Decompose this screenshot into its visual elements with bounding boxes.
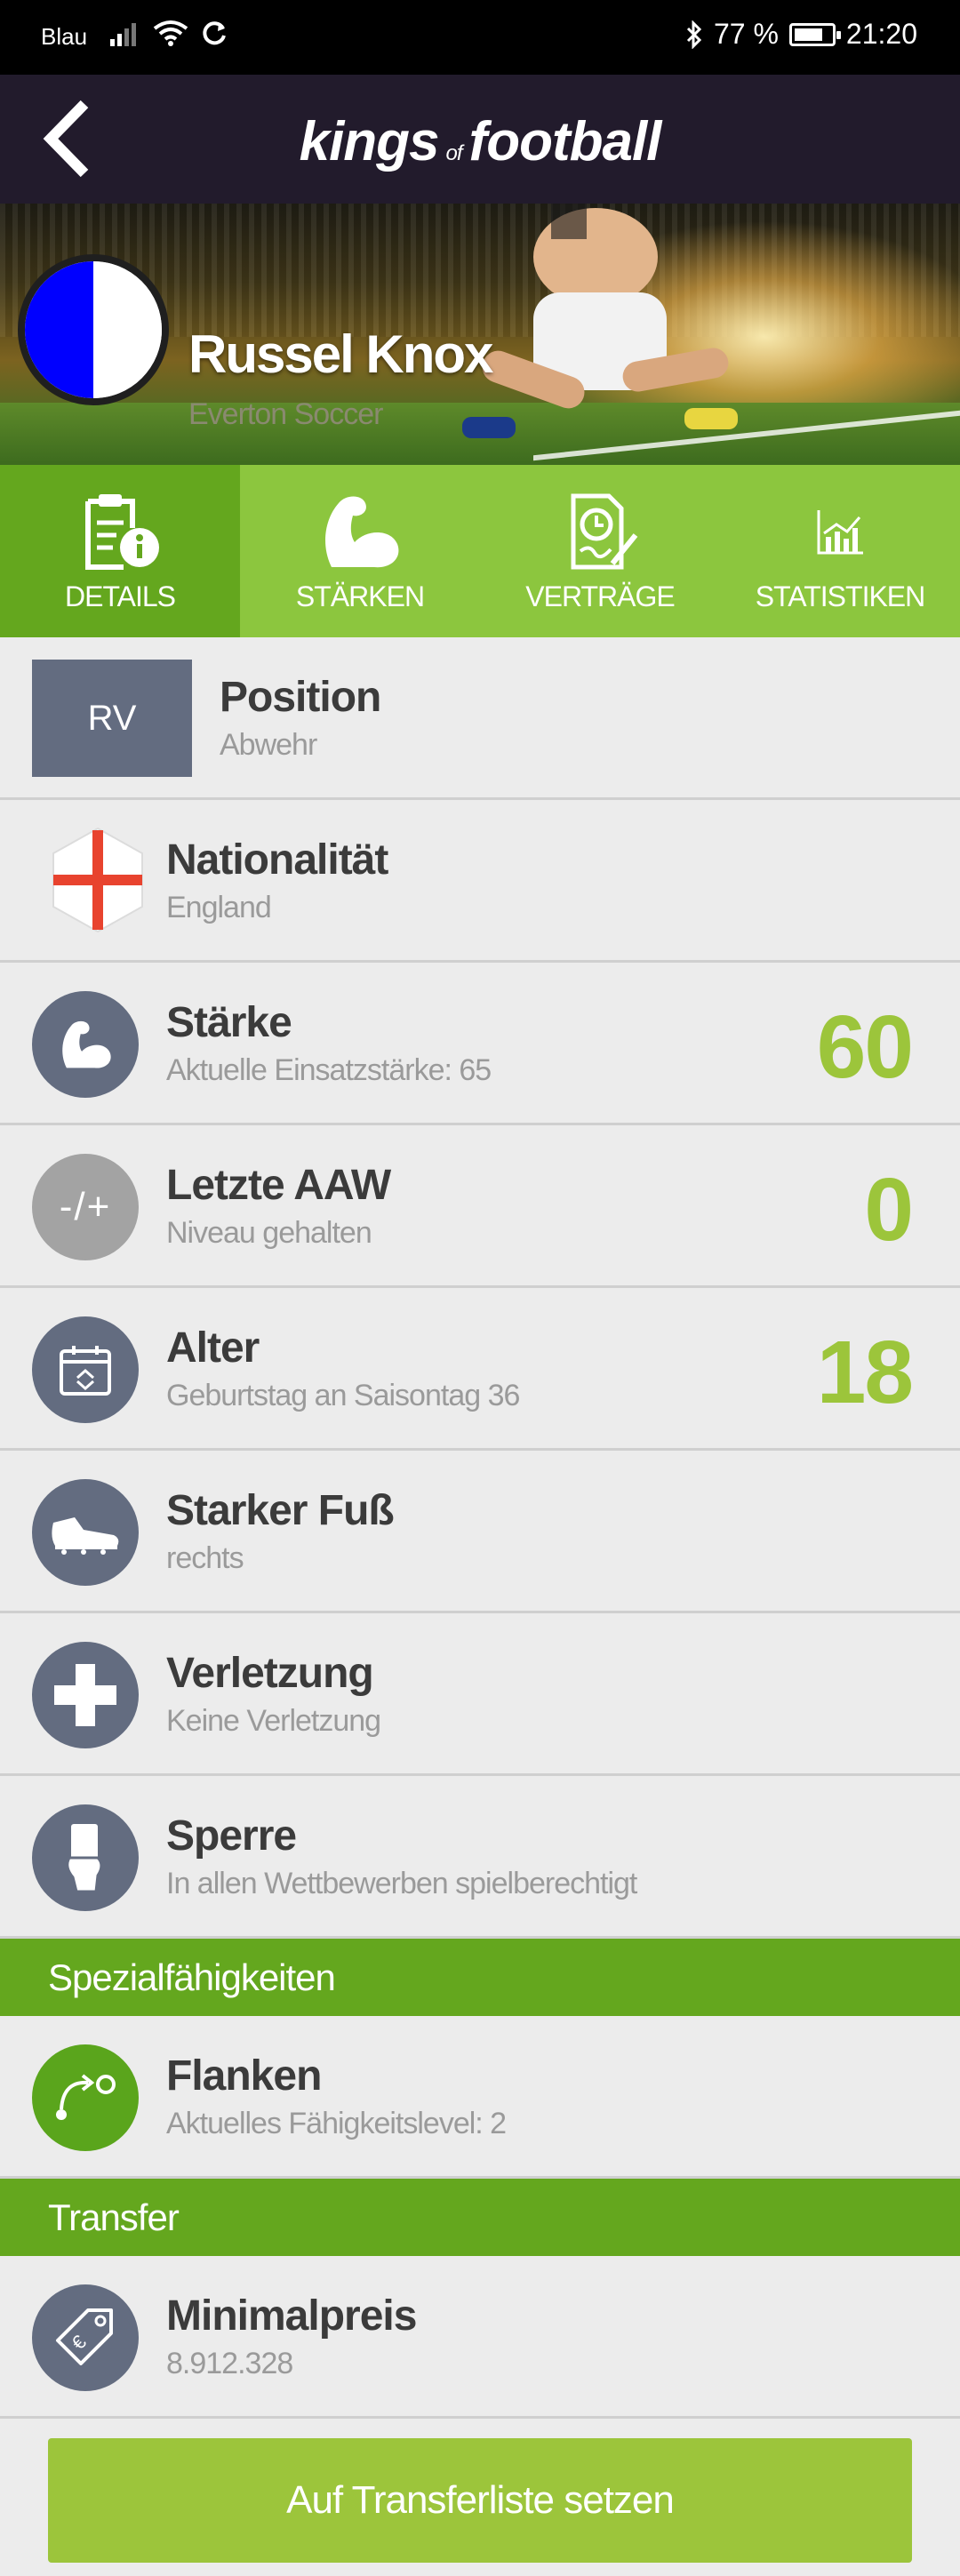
document-info-icon [79, 492, 161, 572]
row-nationality: Nationalität England [0, 800, 960, 963]
age-title: Alter [166, 1324, 260, 1372]
player-details-list: RV Position Abwehr Nationalität England … [0, 637, 960, 2419]
strength-sub: Aktuelle Einsatzstärke: 65 [166, 1053, 492, 1087]
tab-label-statistiken: STATISTIKEN [755, 580, 925, 612]
row-strong-foot: Starker Fuß rechts [0, 1451, 960, 1613]
price-tag-icon: € [56, 2308, 113, 2365]
club-name: Everton Soccer [188, 397, 383, 431]
nationality-value: England [166, 891, 272, 924]
plus-minus-icon: -/+ [59, 1185, 112, 1228]
price-icon-circle: € [32, 2284, 139, 2391]
foot-icon-circle [32, 1479, 139, 1586]
injury-value: Keine Verletzung [166, 1704, 381, 1738]
bluetooth-icon [686, 20, 702, 49]
transfer-header: Transfer [0, 2179, 960, 2256]
logo-of: of [445, 141, 463, 165]
suspension-title: Sperre [166, 1812, 297, 1860]
player-name: Russel Knox [188, 324, 493, 384]
sync-icon [203, 21, 226, 45]
age-value: 18 [816, 1323, 914, 1422]
min-price-title: Minimalpreis [166, 2292, 417, 2340]
row-aaw: -/+ Letzte AAW Niveau gehalten 0 [0, 1125, 960, 1288]
special-abilities-header: Spezialfähigkeiten [0, 1939, 960, 2016]
player-hero: Russel Knox Everton Soccer [0, 204, 960, 465]
cross-icon [54, 1664, 116, 1726]
injury-title: Verletzung [166, 1650, 374, 1697]
aaw-icon-circle: -/+ [32, 1154, 139, 1260]
row-suspension: Sperre In allen Wettbewerben spielberech… [0, 1776, 960, 1939]
tab-label-staerken: STÄRKEN [295, 580, 425, 612]
status-icons-left [110, 20, 228, 46]
battery-icon [788, 22, 841, 46]
calendar-icon [60, 1346, 111, 1396]
foot-title: Starker Fuß [166, 1487, 395, 1534]
strength-value: 60 [816, 997, 914, 1097]
position-badge: RV [32, 660, 192, 777]
app-header: kings of football [0, 75, 960, 204]
status-icons-right: 77 % 21:20 [685, 18, 917, 51]
flanken-sub: Aktuelles Fähigkeitslevel: 2 [166, 2107, 507, 2140]
flanken-title: Flanken [166, 2052, 322, 2100]
injury-icon-circle [32, 1642, 139, 1748]
row-age: Alter Geburtstag an Saisontag 36 18 [0, 1288, 960, 1451]
tab-staerken[interactable]: STÄRKEN [240, 465, 480, 637]
signal-icon [110, 23, 136, 46]
battery-fill [794, 28, 822, 41]
football-boot-icon [52, 1517, 119, 1555]
club-badge [18, 254, 169, 405]
aaw-value: 0 [864, 1160, 914, 1260]
club-badge-left [25, 261, 93, 398]
row-injury: Verletzung Keine Verletzung [0, 1613, 960, 1776]
min-price-value: 8.912.328 [166, 2347, 293, 2380]
tab-bar: DETAILS STÄRKEN VERTRÄGE STATISTIKEN [0, 465, 960, 653]
transfer-list-button[interactable]: Auf Transferliste setzen [48, 2438, 912, 2563]
logo-football: football [468, 111, 662, 172]
wifi-icon [153, 20, 188, 46]
age-sub: Geburtstag an Saisontag 36 [166, 1379, 520, 1412]
row-special-flanken[interactable]: Flanken Aktuelles Fähigkeitslevel: 2 [0, 2016, 960, 2179]
row-min-price: € Minimalpreis 8.912.328 [0, 2256, 960, 2419]
battery-percent: 77 % [713, 18, 779, 50]
aaw-sub: Niveau gehalten [166, 1216, 372, 1250]
bar-chart-icon [813, 492, 867, 572]
aaw-title: Letzte AAW [166, 1162, 391, 1209]
position-value: Abwehr [220, 728, 317, 762]
card-hand-icon [66, 1824, 103, 1893]
club-badge-right [93, 261, 162, 398]
age-icon-circle [32, 1316, 139, 1423]
clock: 21:20 [845, 18, 917, 50]
app-logo: kings of football [0, 110, 960, 173]
svg-text:€: € [67, 2331, 90, 2354]
england-flag-icon [52, 827, 143, 933]
suspension-icon-circle [32, 1804, 139, 1911]
strength-title: Stärke [166, 999, 292, 1046]
tab-label-vertraege: VERTRÄGE [525, 580, 675, 612]
tab-details[interactable]: DETAILS [0, 465, 240, 653]
carrier-label: Blau [41, 23, 88, 50]
nationality-title: Nationalität [166, 836, 388, 884]
contract-clock-icon [559, 492, 641, 572]
row-position: RV Position Abwehr [0, 637, 960, 800]
tab-statistiken[interactable]: STATISTIKEN [720, 465, 960, 637]
strength-icon-circle [32, 991, 139, 1098]
cross-path-icon [56, 2074, 116, 2120]
flexed-arm-icon [62, 1020, 111, 1068]
foot-value: rechts [166, 1541, 244, 1575]
flexed-arm-icon [316, 492, 404, 572]
status-bar: Blau 77 % 21:20 [0, 0, 960, 75]
position-title: Position [220, 674, 381, 721]
logo-kings: kings [299, 111, 440, 172]
row-strength: Stärke Aktuelle Einsatzstärke: 65 60 [0, 963, 960, 1125]
tab-label-details: DETAILS [65, 580, 176, 612]
tab-vertraege[interactable]: VERTRÄGE [480, 465, 720, 637]
suspension-value: In allen Wettbewerben spielberechtigt [166, 1867, 637, 1900]
flanken-icon-circle [32, 2044, 139, 2151]
